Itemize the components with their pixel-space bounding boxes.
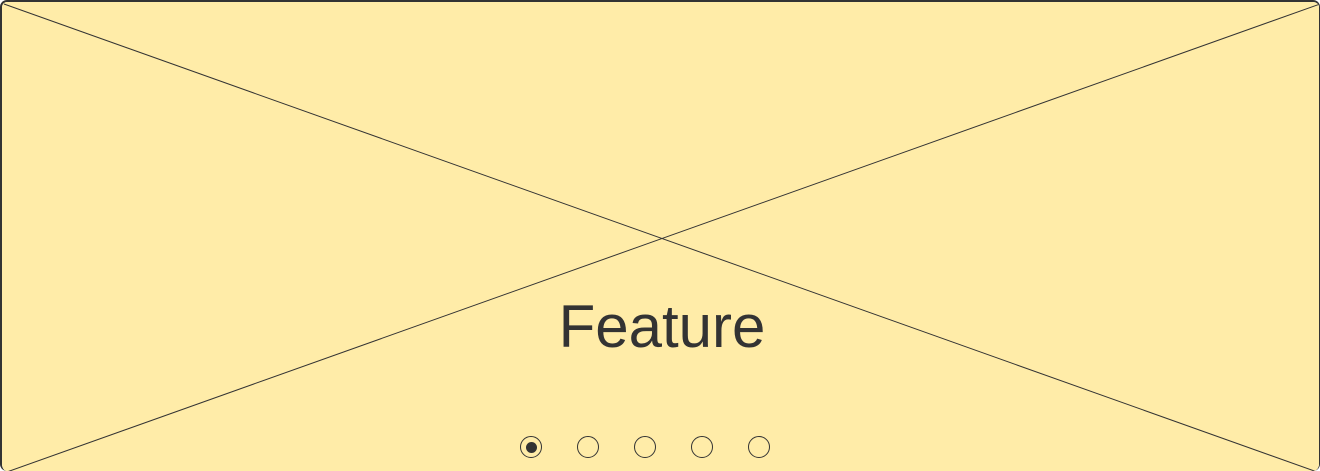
feature-carousel[interactable]: Feature: [0, 0, 1320, 471]
image-placeholder-background: [2, 2, 1319, 471]
pager-dot-3[interactable]: [634, 436, 656, 458]
pager-dot-5[interactable]: [748, 436, 770, 458]
pager-dot-4[interactable]: [691, 436, 713, 458]
image-placeholder: [2, 2, 1319, 471]
feature-title: Feature: [558, 293, 766, 360]
pager-dot-1[interactable]: [520, 436, 542, 458]
pager-dot-2[interactable]: [577, 436, 599, 458]
carousel-pager: [520, 433, 770, 461]
